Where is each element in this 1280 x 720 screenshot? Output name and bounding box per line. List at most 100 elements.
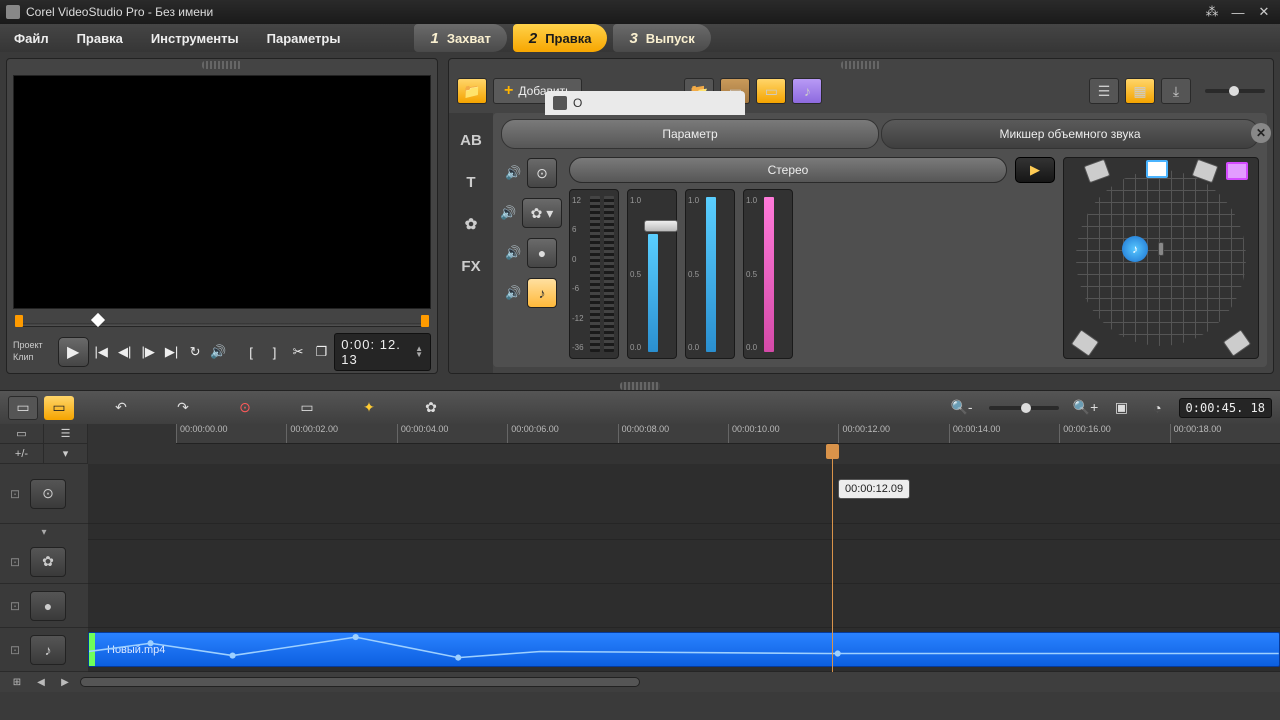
expand-track-button[interactable]: ▾ xyxy=(0,524,88,540)
mark-in-button[interactable]: [ xyxy=(240,340,261,364)
track-head-music[interactable]: ⊡♪ xyxy=(0,628,88,672)
mark-in-handle[interactable] xyxy=(15,315,23,327)
mixer-play-button[interactable]: ▶ xyxy=(1015,157,1055,183)
side-fx-button[interactable]: FX xyxy=(456,251,486,281)
step-output[interactable]: 3 Выпуск xyxy=(613,24,710,52)
zoom-out-button[interactable]: 🔍- xyxy=(947,396,977,420)
minimize-button[interactable]: — xyxy=(1228,4,1248,20)
view-grid-icon[interactable]: ▦ xyxy=(1125,78,1155,104)
storyboard-view-button[interactable]: ▭ xyxy=(8,396,38,420)
tab-surround-mixer[interactable]: Микшер объемного звука xyxy=(881,119,1259,149)
panner-node[interactable]: ♪ xyxy=(1122,236,1148,262)
lock-icon[interactable]: ⊡ xyxy=(0,487,30,501)
speaker-icon[interactable]: 🔊 xyxy=(505,245,521,261)
filter-image-icon[interactable]: ▭ xyxy=(756,78,786,104)
project-duration-icon[interactable]: ◔ xyxy=(1143,396,1173,420)
snapshot-button[interactable]: ❐ xyxy=(311,340,332,364)
close-options-button[interactable]: ✕ xyxy=(1251,123,1271,143)
go-end-button[interactable]: ▶| xyxy=(161,340,182,364)
track-head-video[interactable]: ⊡⊙ xyxy=(0,464,88,524)
timeline-ruler[interactable]: 00:00:00.00 00:00:02.00 00:00:04.00 00:0… xyxy=(176,424,1280,444)
menu-tools[interactable]: Инструменты xyxy=(137,24,253,52)
audio-clip[interactable]: Новый.mp4 xyxy=(88,632,1280,667)
add-track-button[interactable]: ⊞ xyxy=(8,675,26,689)
redo-button[interactable]: ↷ xyxy=(168,396,198,420)
mark-out-handle[interactable] xyxy=(421,315,429,327)
project-duration[interactable]: 0:00:45. 18 xyxy=(1179,398,1272,418)
side-ab-button[interactable]: AB xyxy=(456,125,486,155)
track-overlay-icon[interactable]: ✿ ▾ xyxy=(522,198,562,228)
timeline-playhead[interactable]: 00:00:12.09 xyxy=(832,444,833,672)
track-head-overlay[interactable]: ⊡✿ xyxy=(0,540,88,584)
track-area[interactable]: 00:00:12.09 Новый.mp4 xyxy=(88,464,1280,672)
tab-parameter[interactable]: Параметр xyxy=(501,119,879,149)
track-head-voice[interactable]: ⊡● xyxy=(0,584,88,628)
lock-icon[interactable]: ⊡ xyxy=(0,599,30,613)
surround-panner[interactable]: ♪ xyxy=(1063,157,1259,359)
track-video-icon[interactable]: ⊙ xyxy=(527,158,557,188)
panel-grip[interactable] xyxy=(620,382,660,390)
speaker-icon[interactable]: 🔊 xyxy=(500,205,516,221)
close-button[interactable]: ✕ xyxy=(1254,4,1274,20)
speaker-icon[interactable]: 🔊 xyxy=(505,165,521,181)
step-forward-button[interactable]: |▶ xyxy=(137,340,158,364)
panner-center-marker[interactable] xyxy=(1158,242,1164,256)
timecode-spinner[interactable]: ▲▼ xyxy=(415,346,424,357)
add-popup[interactable]: О xyxy=(545,91,745,115)
sound-mixer-button[interactable]: ✦ xyxy=(354,396,384,420)
track-voice[interactable] xyxy=(88,584,1280,628)
cut-button[interactable]: ✂ xyxy=(287,340,308,364)
panel-grip[interactable] xyxy=(841,61,881,69)
undo-button[interactable]: ↶ xyxy=(106,396,136,420)
track-music[interactable]: Новый.mp4 xyxy=(88,628,1280,672)
sort-icon[interactable]: ⤓ xyxy=(1161,78,1191,104)
zoom-slider[interactable] xyxy=(989,406,1059,410)
preview-scrubber[interactable] xyxy=(13,315,431,331)
zoom-in-button[interactable]: 🔍+ xyxy=(1071,396,1101,420)
step-back-button[interactable]: ◀| xyxy=(114,340,135,364)
scroll-right-button[interactable]: ▶ xyxy=(56,675,74,689)
lock-icon[interactable]: ⊡ xyxy=(0,555,30,569)
speaker-center-icon[interactable] xyxy=(1146,160,1168,178)
track-video[interactable] xyxy=(88,464,1280,524)
vu-meter-left[interactable]: 1.00.50.0 xyxy=(627,189,677,359)
volume-button[interactable]: 🔊 xyxy=(208,340,229,364)
track-overlay[interactable] xyxy=(88,540,1280,584)
chevron-down-icon[interactable]: ▾ xyxy=(44,444,88,463)
menu-options[interactable]: Параметры xyxy=(253,24,355,52)
side-graphic-button[interactable]: ✿ xyxy=(456,209,486,239)
panel-grip[interactable] xyxy=(202,61,242,69)
speaker-front-left-icon[interactable] xyxy=(1084,159,1111,183)
preview-viewport[interactable] xyxy=(13,75,431,309)
play-button[interactable]: ▶ xyxy=(58,337,89,367)
fader-left[interactable] xyxy=(644,220,678,232)
speaker-rear-left-icon[interactable] xyxy=(1071,329,1099,356)
folder-icon[interactable]: 📁 xyxy=(457,78,487,104)
go-start-button[interactable]: |◀ xyxy=(91,340,112,364)
speaker-rear-right-icon[interactable] xyxy=(1223,329,1251,356)
stereo-mode-dropdown[interactable]: Стерео xyxy=(569,157,1007,183)
fit-project-button[interactable]: ▣ xyxy=(1107,396,1137,420)
record-button[interactable]: ⊙ xyxy=(230,396,260,420)
auto-music-button[interactable]: ✿ xyxy=(416,396,446,420)
step-capture[interactable]: 1 Захват xyxy=(414,24,506,52)
track-voice-icon[interactable]: ● xyxy=(527,238,557,268)
speaker-icon[interactable]: 🔊 xyxy=(505,285,521,301)
toggle-tracks[interactable]: +/- xyxy=(0,444,44,463)
step-edit[interactable]: 2 Правка xyxy=(513,24,608,52)
timeline-view-button[interactable]: ▭ xyxy=(44,396,74,420)
vu-meter-center[interactable]: 1.00.50.0 xyxy=(685,189,735,359)
ruler-mode-list[interactable]: ☰ xyxy=(44,424,88,443)
batch-convert-button[interactable]: ▭ xyxy=(292,396,322,420)
ruler-mode-frames[interactable]: ▭ xyxy=(0,424,44,443)
menu-edit[interactable]: Правка xyxy=(63,24,137,52)
lock-icon[interactable]: ⊡ xyxy=(0,643,30,657)
preview-mode-toggle[interactable]: Проект Клип xyxy=(13,340,56,363)
thumbnail-size-slider[interactable] xyxy=(1205,89,1265,93)
side-text-button[interactable]: T xyxy=(456,167,486,197)
loop-button[interactable]: ↻ xyxy=(184,340,205,364)
track-music-icon[interactable]: ♪ xyxy=(527,278,557,308)
scroll-left-button[interactable]: ◀ xyxy=(32,675,50,689)
mark-out-button[interactable]: ] xyxy=(264,340,285,364)
preview-timecode[interactable]: 0:00: 12. 13 ▲▼ xyxy=(334,333,431,371)
